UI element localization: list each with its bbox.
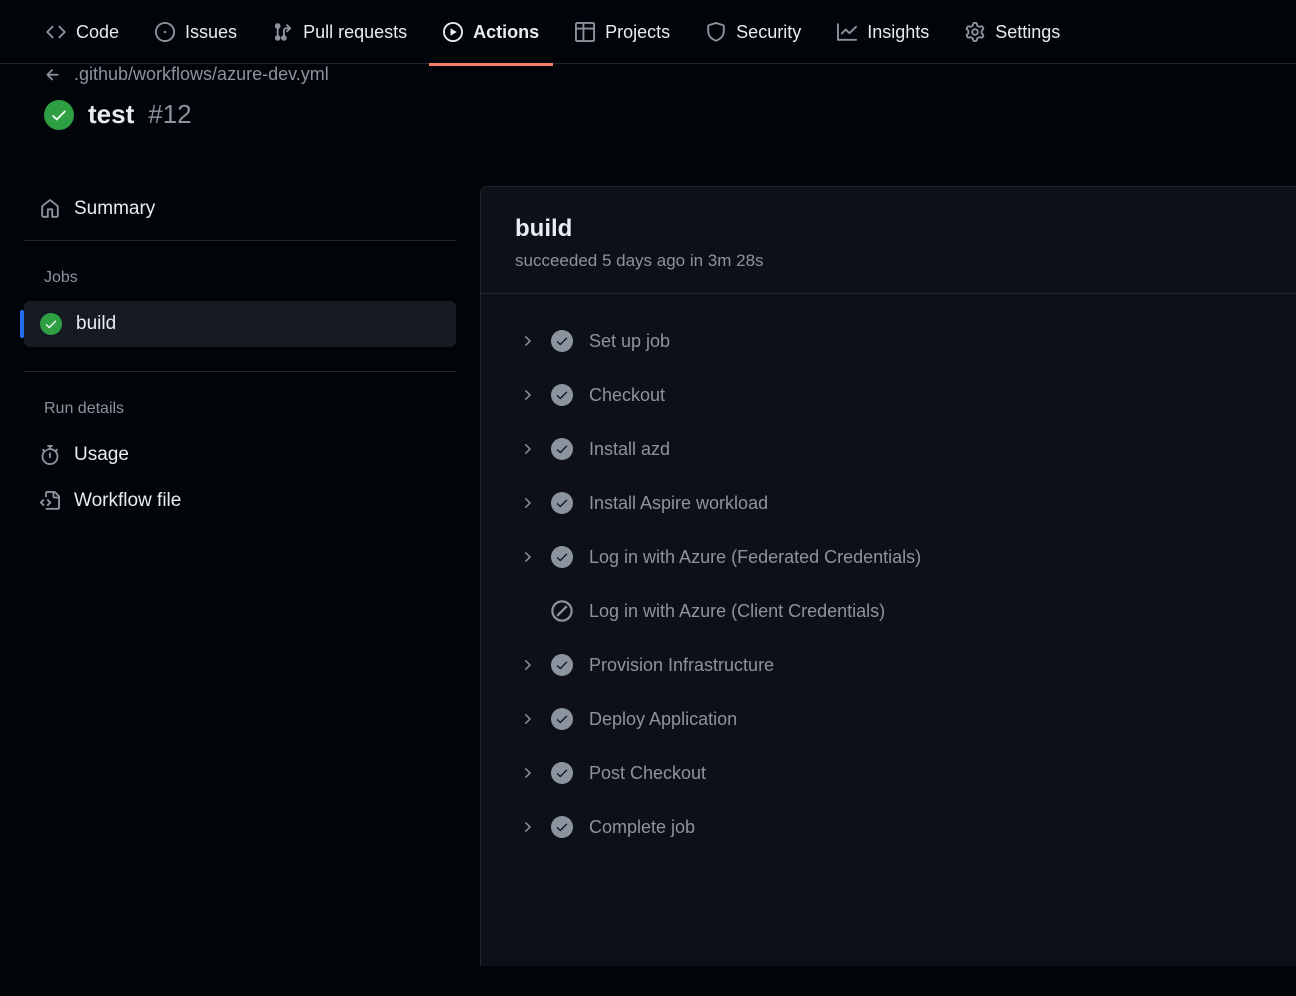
file-code-icon	[40, 491, 60, 511]
stopwatch-icon	[40, 445, 60, 465]
status-success-icon	[40, 313, 62, 335]
status-success-icon	[551, 330, 573, 352]
step-row[interactable]: Post Checkout	[499, 746, 1278, 800]
step-name: Log in with Azure (Federated Credentials…	[589, 547, 921, 568]
issue-icon	[155, 22, 175, 42]
nav-label: Settings	[995, 23, 1060, 41]
graph-icon	[837, 22, 857, 42]
shield-icon	[706, 22, 726, 42]
step-row[interactable]: Checkout	[499, 368, 1278, 422]
chevron-right-icon	[519, 819, 535, 835]
step-name: Checkout	[589, 385, 665, 406]
step-name: Set up job	[589, 331, 670, 352]
status-success-icon	[551, 816, 573, 838]
nav-label: Security	[736, 23, 801, 41]
home-icon	[40, 199, 60, 219]
status-success-icon	[551, 438, 573, 460]
run-header: .github/workflows/azure-dev.yml test #12	[0, 64, 1296, 158]
sidebar-usage-label: Usage	[74, 444, 129, 466]
breadcrumb[interactable]: .github/workflows/azure-dev.yml	[44, 64, 1272, 85]
status-success-icon	[551, 762, 573, 784]
step-row[interactable]: Deploy Application	[499, 692, 1278, 746]
step-row[interactable]: Complete job	[499, 800, 1278, 854]
nav-label: Issues	[185, 23, 237, 41]
nav-label: Insights	[867, 23, 929, 41]
step-row[interactable]: Provision Infrastructure	[499, 638, 1278, 692]
jobs-heading: Jobs	[24, 261, 456, 301]
repo-nav: Code Issues Pull requests Actions Projec…	[0, 0, 1296, 64]
code-icon	[46, 22, 66, 42]
chevron-right-icon	[519, 657, 535, 673]
chevron-right-icon	[519, 441, 535, 457]
status-success-icon	[44, 100, 74, 130]
status-success-icon	[551, 492, 573, 514]
chevron-right-icon	[519, 495, 535, 511]
run-number: #12	[148, 99, 191, 130]
sidebar: Summary Jobs build Run details Usage Wor…	[0, 186, 480, 966]
nav-label: Pull requests	[303, 23, 407, 41]
play-icon	[443, 22, 463, 42]
step-name: Install Aspire workload	[589, 493, 768, 514]
nav-label: Actions	[473, 23, 539, 41]
arrow-left-icon	[44, 66, 62, 84]
breadcrumb-text: .github/workflows/azure-dev.yml	[74, 64, 329, 85]
job-header: build succeeded 5 days ago in 3m 28s	[481, 187, 1296, 294]
run-title-row: test #12	[44, 99, 1272, 130]
nav-settings[interactable]: Settings	[951, 12, 1074, 52]
step-name: Log in with Azure (Client Credentials)	[589, 601, 885, 622]
sidebar-workflow-file-label: Workflow file	[74, 490, 181, 512]
job-title: build	[515, 215, 1262, 243]
step-row[interactable]: Set up job	[499, 314, 1278, 368]
divider	[24, 240, 456, 241]
chevron-right-icon	[519, 387, 535, 403]
nav-insights[interactable]: Insights	[823, 12, 943, 52]
step-row[interactable]: Log in with Azure (Federated Credentials…	[499, 530, 1278, 584]
step-name: Complete job	[589, 817, 695, 838]
sidebar-summary[interactable]: Summary	[24, 186, 456, 232]
nav-projects[interactable]: Projects	[561, 12, 684, 52]
step-name: Post Checkout	[589, 763, 706, 784]
nav-code[interactable]: Code	[32, 12, 133, 52]
status-skipped-icon	[551, 600, 573, 622]
step-row[interactable]: Install azd	[499, 422, 1278, 476]
run-details-heading: Run details	[24, 392, 456, 432]
chevron-right-icon	[519, 711, 535, 727]
chevron-right-icon	[519, 333, 535, 349]
sidebar-summary-label: Summary	[74, 198, 155, 220]
nav-label: Projects	[605, 23, 670, 41]
step-row[interactable]: Install Aspire workload	[499, 476, 1278, 530]
divider	[24, 371, 456, 372]
sidebar-workflow-file[interactable]: Workflow file	[24, 478, 456, 524]
step-name: Deploy Application	[589, 709, 737, 730]
job-panel: build succeeded 5 days ago in 3m 28s Set…	[480, 186, 1296, 966]
status-success-icon	[551, 654, 573, 676]
nav-security[interactable]: Security	[692, 12, 815, 52]
step-row[interactable]: Log in with Azure (Client Credentials)	[499, 584, 1278, 638]
chevron-right-icon	[519, 549, 535, 565]
projects-icon	[575, 22, 595, 42]
nav-actions[interactable]: Actions	[429, 12, 553, 52]
status-success-icon	[551, 546, 573, 568]
sidebar-usage[interactable]: Usage	[24, 432, 456, 478]
steps-list: Set up job Checkout Install azd Install Asp…	[481, 294, 1296, 874]
job-meta: succeeded 5 days ago in 3m 28s	[515, 251, 1262, 271]
nav-pull-requests[interactable]: Pull requests	[259, 12, 421, 52]
chevron-right-icon	[519, 765, 535, 781]
sidebar-job-label: build	[76, 313, 116, 335]
status-success-icon	[551, 384, 573, 406]
nav-label: Code	[76, 23, 119, 41]
step-name: Provision Infrastructure	[589, 655, 774, 676]
sidebar-job-build[interactable]: build	[24, 301, 456, 347]
gear-icon	[965, 22, 985, 42]
pr-icon	[273, 22, 293, 42]
step-name: Install azd	[589, 439, 670, 460]
run-title: test	[88, 99, 134, 130]
status-success-icon	[551, 708, 573, 730]
nav-issues[interactable]: Issues	[141, 12, 251, 52]
